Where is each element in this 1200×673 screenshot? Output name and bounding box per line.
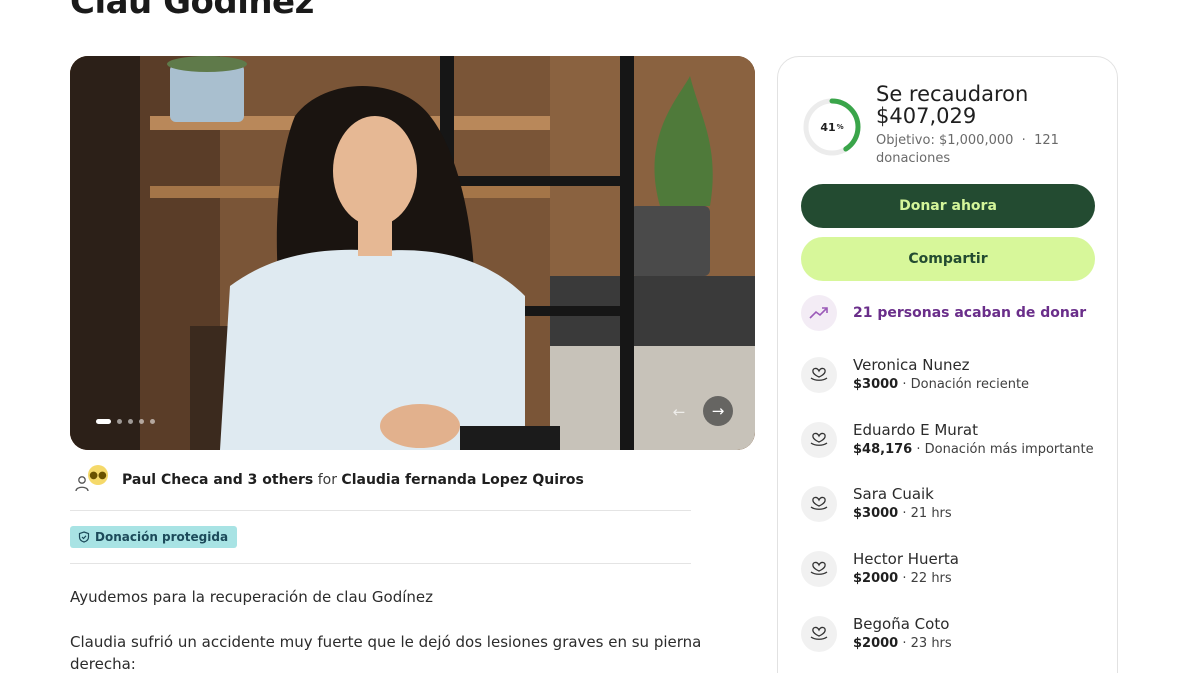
team-badge-icon: ●● [88, 465, 108, 485]
page-title: Clau Godínez [70, 0, 314, 22]
protected-donation-badge[interactable]: Donación protegida [70, 526, 238, 548]
donor-detail: Donación más importante [924, 442, 1094, 457]
campaign-photo-carousel[interactable]: ← → [70, 56, 755, 450]
donor-item: Begoña Coto $2000 · 23 hrs [801, 614, 952, 654]
heart-hand-icon [801, 357, 837, 393]
progress-value: 41 [820, 120, 836, 134]
raised-amount: $407,029 [876, 104, 977, 128]
donor-amount: $2000 [853, 636, 899, 651]
donor-meta: $3000 · 21 hrs [853, 506, 952, 521]
story-paragraph: Ayudemos para la recuperación de clau Go… [70, 588, 434, 606]
donor-item: Sara Cuaik $3000 · 21 hrs [801, 484, 952, 524]
donor-detail: 21 hrs [910, 506, 952, 521]
organizer-text[interactable]: Paul Checa and 3 others for Claudia fern… [122, 472, 584, 488]
progress-unit: % [836, 123, 844, 131]
campaign-photo [70, 56, 755, 450]
raised-title: Se recaudaron [876, 82, 1029, 106]
donor-item: Hector Huerta $2000 · 22 hrs [801, 549, 959, 589]
recent-donations-text: 21 personas acaban de donar [853, 305, 1087, 321]
donations-label: donaciones [876, 151, 951, 166]
donor-name: Veronica Nunez [853, 356, 970, 374]
heart-hand-icon [801, 486, 837, 522]
organizer-row: ●● Paul Checa and 3 others for Claudia f… [74, 465, 584, 495]
donor-detail: 23 hrs [910, 636, 952, 651]
donor-amount: $3000 [853, 506, 899, 521]
divider [70, 510, 691, 511]
progress-percent: 41% [802, 97, 862, 157]
heart-hand-icon [801, 551, 837, 587]
carousel-dot[interactable] [150, 419, 155, 424]
donations-count: 121 [1034, 133, 1059, 148]
arrow-right-icon[interactable]: → [703, 396, 733, 426]
donor-meta: $3000 · Donación reciente [853, 377, 1030, 392]
donor-name: Begoña Coto [853, 615, 950, 633]
donor-meta: $2000 · 23 hrs [853, 636, 952, 651]
donor-meta: $48,176 · Donación más importante [853, 442, 1094, 457]
donor-meta: $2000 · 22 hrs [853, 571, 952, 586]
donation-card: 41% Se recaudaron $407,029 Objetivo: $1,… [777, 56, 1118, 673]
donor-detail: 22 hrs [910, 571, 952, 586]
goal-line: Objetivo: $1,000,000 · 121 donaciones [876, 132, 1096, 168]
donor-name: Sara Cuaik [853, 485, 934, 503]
organizer-avatars: ●● [74, 465, 110, 495]
donor-item: Veronica Nunez $3000 · Donación reciente [801, 355, 1029, 395]
shield-icon [78, 531, 90, 543]
divider [70, 563, 691, 564]
carousel-dot[interactable] [139, 419, 144, 424]
recent-donations-banner[interactable]: 21 personas acaban de donar [801, 295, 1086, 331]
carousel-dot[interactable] [117, 419, 122, 424]
carousel-dot[interactable] [128, 419, 133, 424]
donor-item: Eduardo E Murat $48,176 · Donación más i… [801, 420, 1094, 460]
organizer-for-word: for [317, 472, 337, 488]
trending-up-icon [801, 295, 837, 331]
donor-amount: $48,176 [853, 442, 913, 457]
donor-name: Eduardo E Murat [853, 421, 979, 439]
beneficiary-name[interactable]: Claudia fernanda Lopez Quiros [341, 472, 583, 488]
carousel-dot[interactable] [96, 419, 111, 424]
heart-hand-icon [801, 422, 837, 458]
protected-donation-label: Donación protegida [95, 530, 229, 544]
donor-detail: Donación reciente [910, 377, 1030, 392]
donate-now-button[interactable]: Donar ahora [801, 184, 1095, 228]
donor-amount: $2000 [853, 571, 899, 586]
donor-name: Hector Huerta [853, 550, 960, 568]
organizer-names[interactable]: Paul Checa and 3 others [122, 472, 313, 488]
arrow-left-icon[interactable]: ← [665, 398, 693, 426]
separator: · [1021, 133, 1026, 148]
share-button[interactable]: Compartir [801, 237, 1095, 281]
story-paragraph: derecha: [70, 655, 136, 673]
heart-hand-icon [801, 616, 837, 652]
story-paragraph: Claudia sufrió un accidente muy fuerte q… [70, 633, 702, 651]
carousel-dots [96, 419, 155, 424]
donor-amount: $3000 [853, 377, 899, 392]
goal-text: Objetivo: $1,000,000 [876, 133, 1014, 148]
